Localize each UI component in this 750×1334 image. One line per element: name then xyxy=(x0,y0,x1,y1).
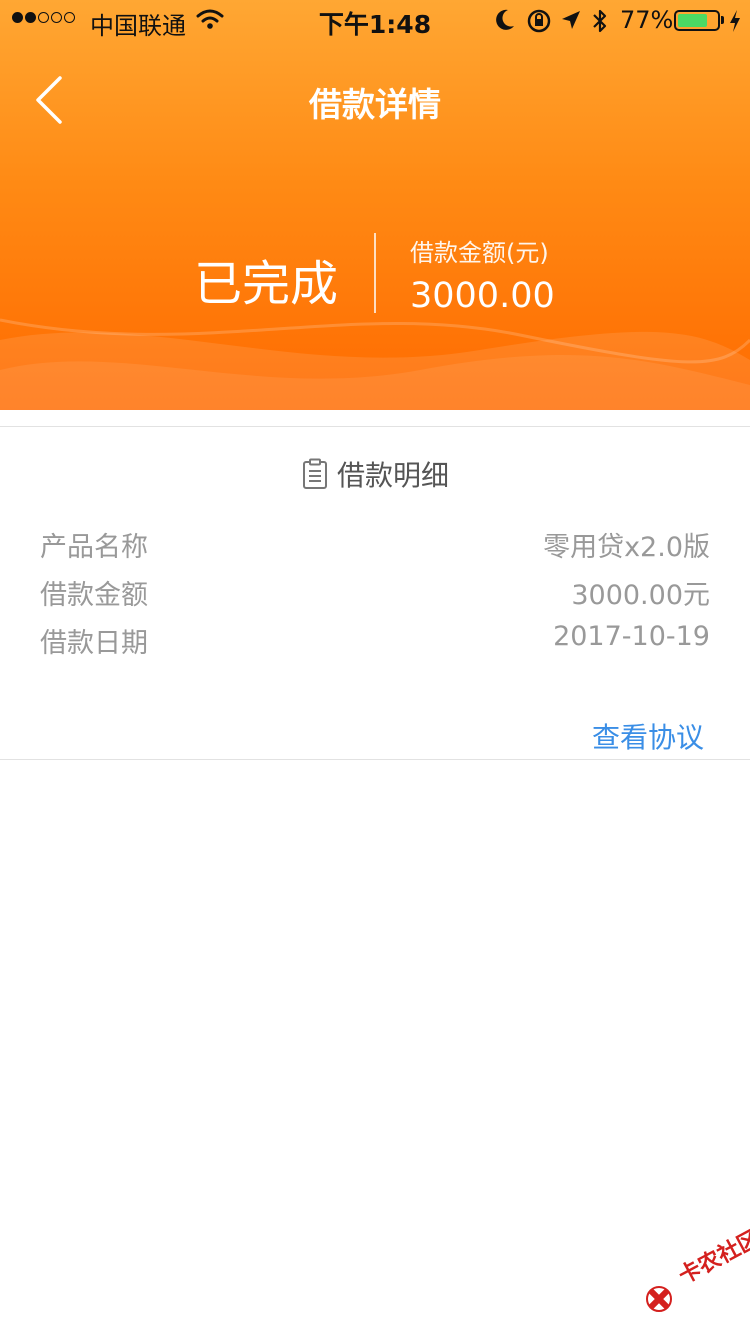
section-title: 借款明细 xyxy=(336,459,449,492)
battery-level-fill xyxy=(678,14,708,27)
wave-decoration xyxy=(0,318,750,410)
battery-icon xyxy=(674,10,720,31)
view-agreement-link[interactable]: 查看协议 xyxy=(592,716,704,756)
detail-row-product: 产品名称 零用贷x2.0版 xyxy=(40,525,710,565)
detail-value: 3000.00元 xyxy=(571,580,710,611)
battery-tip xyxy=(721,16,724,24)
section-header: 借款明细 xyxy=(0,454,750,494)
divider xyxy=(0,759,750,760)
bluetooth-icon xyxy=(593,9,607,33)
document-icon xyxy=(302,458,327,489)
loan-status: 已完成 xyxy=(193,256,338,312)
charging-bolt-icon xyxy=(730,10,740,32)
detail-label: 借款金额 xyxy=(40,580,148,611)
detail-label: 产品名称 xyxy=(40,532,148,563)
status-bar: 中国联通 下午1:48 77% xyxy=(0,0,750,40)
battery-percentage: 77% xyxy=(620,6,674,34)
detail-label: 借款日期 xyxy=(40,628,148,659)
detail-value: 零用贷x2.0版 xyxy=(543,532,710,563)
detail-row-date: 借款日期 2017-10-19 xyxy=(40,621,710,661)
location-arrow-icon xyxy=(562,11,580,29)
rotation-lock-icon xyxy=(527,9,551,33)
loan-amount-value: 3000.00 xyxy=(410,276,555,316)
summary-divider xyxy=(374,233,376,313)
detail-value: 2017-10-19 xyxy=(553,621,710,652)
loan-amount-label: 借款金额(元) xyxy=(410,239,549,267)
do-not-disturb-moon-icon xyxy=(496,9,514,30)
loan-header: 中国联通 下午1:48 77% 借款详情 已完成 借款金额(元) 3000.00 xyxy=(0,0,750,410)
detail-row-amount: 借款金额 3000.00元 xyxy=(40,573,710,613)
page-title: 借款详情 xyxy=(309,85,441,124)
divider xyxy=(0,426,750,427)
